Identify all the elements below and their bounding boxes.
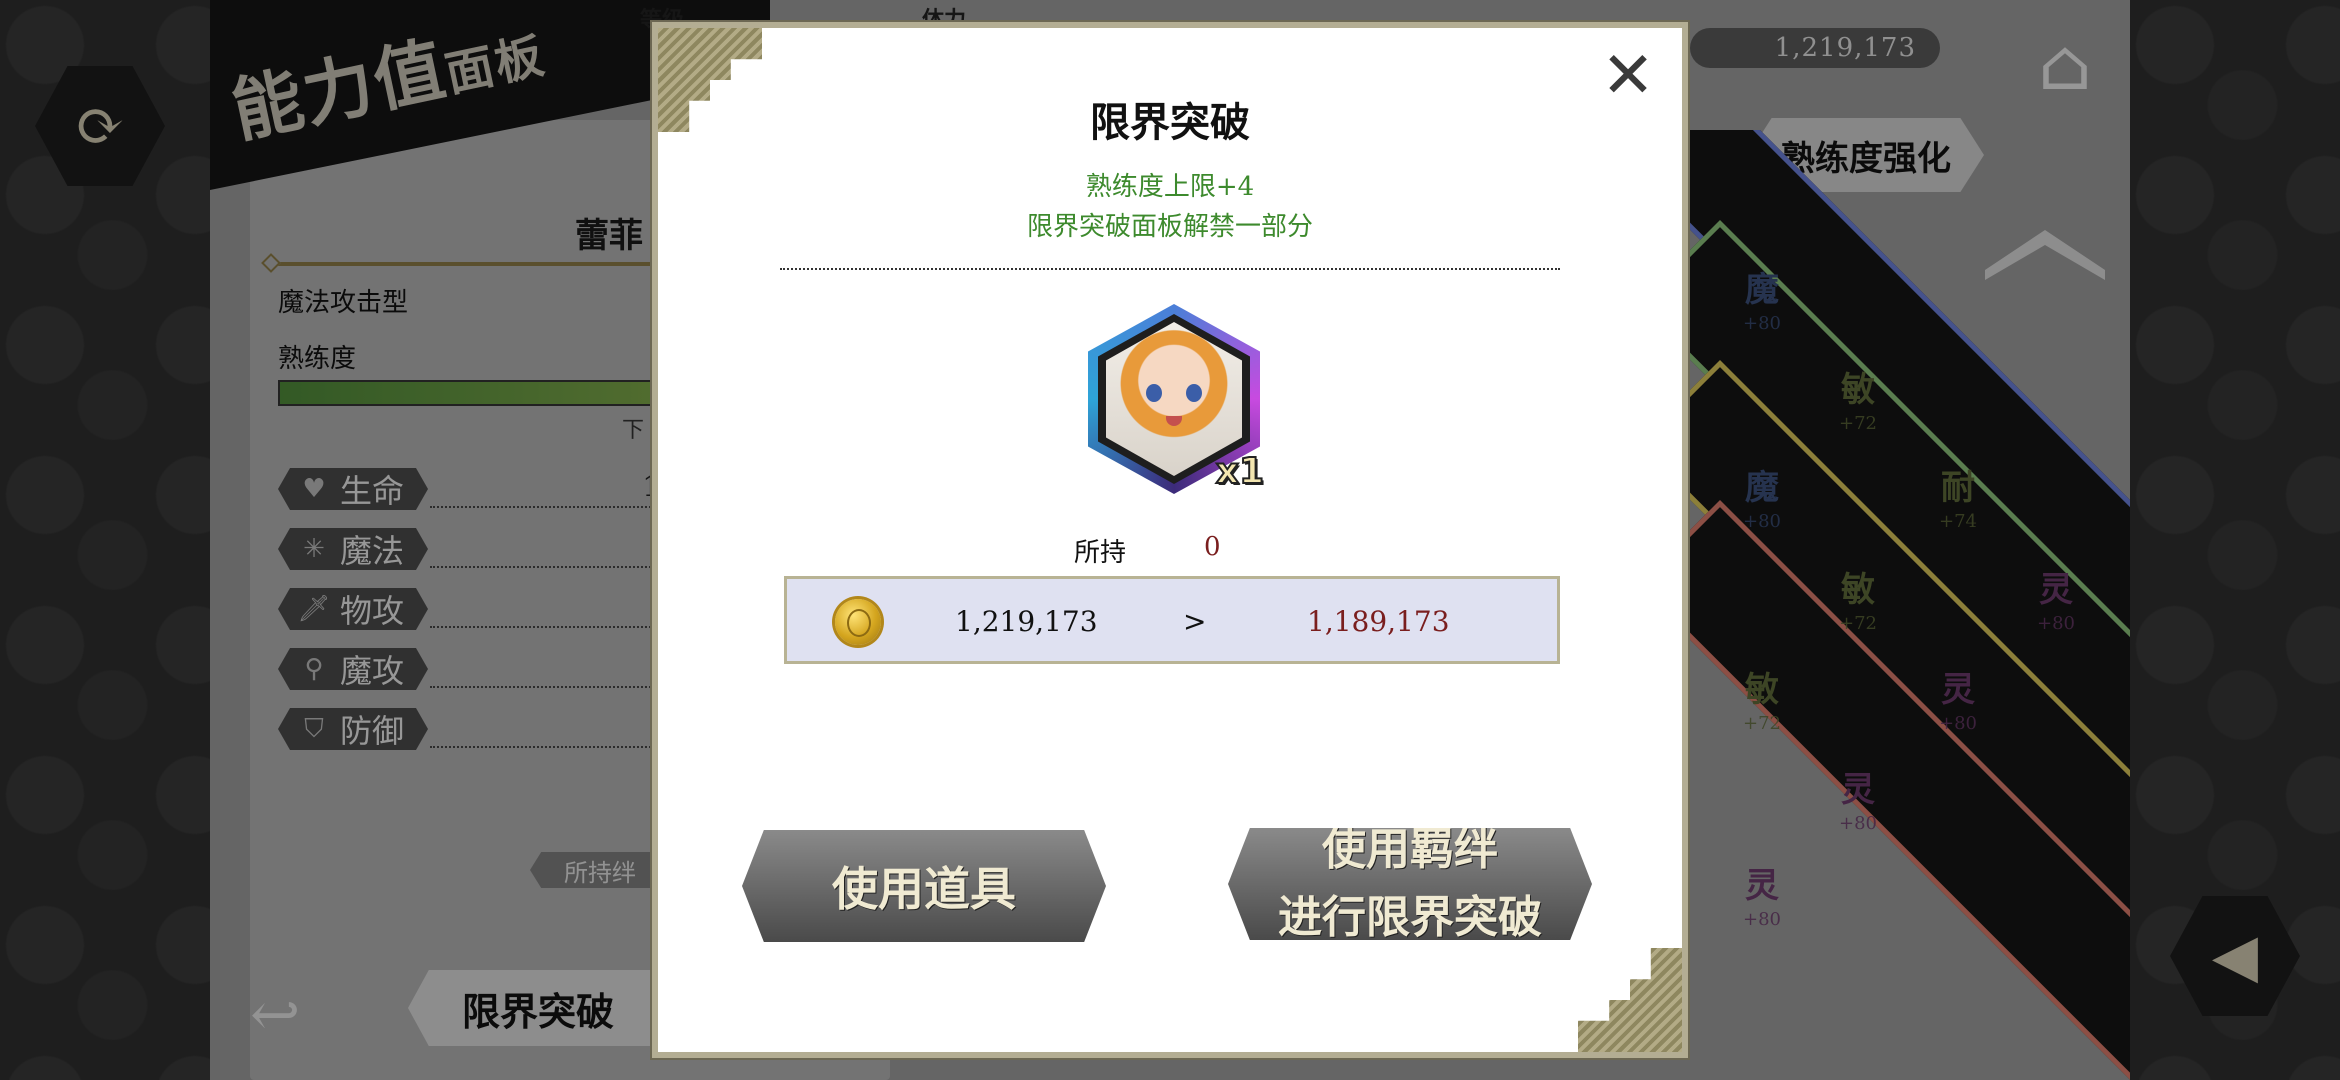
owned-value: 0 [1204, 532, 1221, 562]
corner-ornament [1578, 948, 1682, 1052]
arrow-icon: > [1183, 605, 1207, 638]
use-item-button[interactable]: 使用道具 [742, 830, 1106, 942]
use-bond-label-line2: 进行限界突破 [1278, 892, 1542, 943]
gold-coin-icon [835, 599, 881, 645]
gold-after: 1,189,173 [1307, 605, 1450, 638]
item-quantity-badge: x1 [1215, 450, 1265, 493]
gold-current: 1,219,173 [955, 605, 1098, 638]
dotted-divider [780, 268, 1560, 270]
limit-break-dialog: ✕ 限界突破 熟练度上限+4 限界突破面板解禁一部分 x1 所持 0 1,219… [652, 22, 1688, 1058]
effect-line-2: 限界突破面板解禁一部分 [1026, 212, 1313, 242]
limit-break-item-portrait: x1 [1088, 304, 1265, 494]
effect-line-1: 熟练度上限+4 [1085, 172, 1255, 202]
owned-label: 所持 [1074, 538, 1127, 568]
dialog-title: 限界突破 [1090, 99, 1250, 146]
use-item-label: 使用道具 [832, 862, 1016, 916]
use-bond-button[interactable]: 使用羁绊 进行限界突破 [1228, 828, 1592, 940]
gold-cost-box: 1,219,173 > 1,189,173 [784, 576, 1560, 664]
use-bond-label-line1: 使用羁绊 [1322, 824, 1498, 875]
